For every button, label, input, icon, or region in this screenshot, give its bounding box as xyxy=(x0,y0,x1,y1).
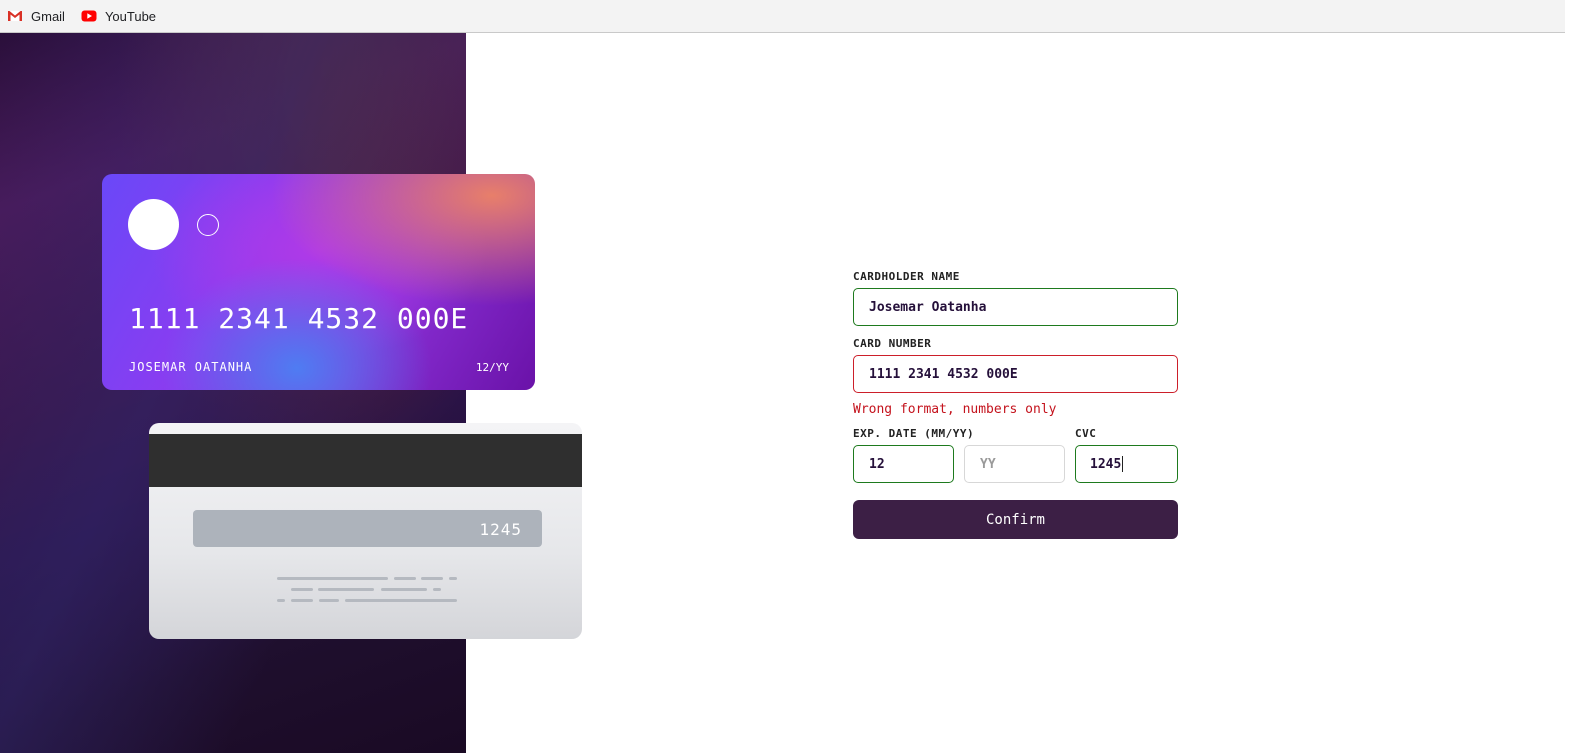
cardholder-name-label: CARDHOLDER NAME xyxy=(853,270,960,283)
card-back-lines xyxy=(277,577,457,607)
card-number-error: Wrong format, numbers only xyxy=(853,402,1057,417)
bookmark-youtube[interactable]: YouTube xyxy=(81,4,156,28)
card-logo-ring xyxy=(197,214,219,236)
bookmark-gmail[interactable]: Gmail xyxy=(7,4,65,28)
bookmarks-bar: Gmail YouTube xyxy=(0,0,1565,33)
page-edge xyxy=(1565,0,1596,753)
confirm-button[interactable]: Confirm xyxy=(853,500,1178,539)
bookmark-label: YouTube xyxy=(104,8,157,24)
text-cursor xyxy=(1122,456,1124,472)
exp-year-input[interactable]: YY xyxy=(964,445,1065,483)
card-front-preview: 1111 2341 4532 000E JOSEMAR OATANHA 12/Y… xyxy=(102,174,535,390)
card-expiry-display: 12/YY xyxy=(475,361,509,374)
card-number-value: 1111 2341 4532 000E xyxy=(869,366,1018,382)
card-number-display: 1111 2341 4532 000E xyxy=(129,302,469,335)
cardholder-name-display: JOSEMAR OATANHA xyxy=(129,360,253,374)
magnetic-stripe xyxy=(149,434,582,487)
cardholder-name-input[interactable]: Josemar Oatanha xyxy=(853,288,1178,326)
card-logo-circle xyxy=(128,199,179,250)
gmail-icon xyxy=(7,8,23,24)
cvc-value: 1245 xyxy=(1090,456,1122,472)
exp-month-input[interactable]: 12 xyxy=(853,445,954,483)
background-panel xyxy=(0,33,466,753)
card-number-input[interactable]: 1111 2341 4532 000E xyxy=(853,355,1178,393)
card-number-label: CARD NUMBER xyxy=(853,337,932,350)
card-details-form: CARDHOLDER NAME Josemar Oatanha CARD NUM… xyxy=(853,270,1178,539)
exp-date-label: EXP. DATE (MM/YY) xyxy=(853,427,975,440)
exp-year-placeholder: YY xyxy=(980,456,996,472)
youtube-icon xyxy=(81,8,97,24)
card-back-preview: 1245 xyxy=(149,423,582,639)
exp-month-value: 12 xyxy=(869,456,885,472)
bookmark-label: Gmail xyxy=(31,8,65,24)
cardholder-name-value: Josemar Oatanha xyxy=(869,299,987,315)
cvc-input[interactable]: 1245 xyxy=(1075,445,1178,483)
cvc-label: CVC xyxy=(1075,427,1097,440)
card-cvc-display: 1245 xyxy=(479,520,522,539)
